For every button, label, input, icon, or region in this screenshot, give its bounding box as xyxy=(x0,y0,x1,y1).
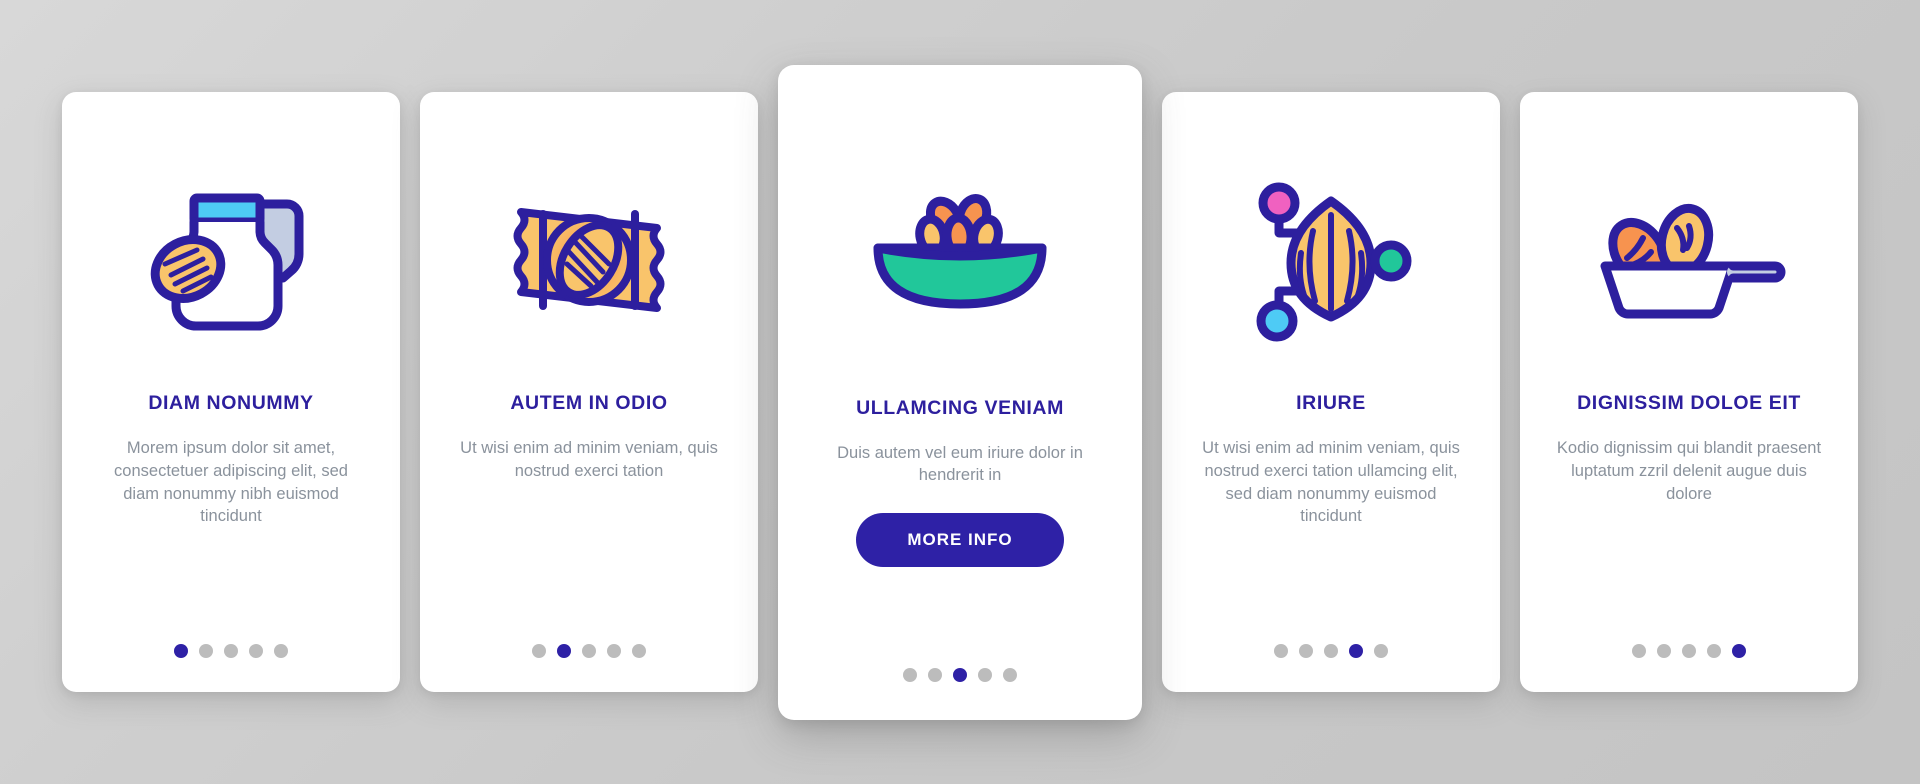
onboarding-card-1[interactable]: DIAM NONUMMY Morem ipsum dolor sit amet,… xyxy=(62,92,400,692)
card-title: ULLAMCING VENIAM xyxy=(856,396,1064,419)
bowl-almonds-icon xyxy=(804,119,1116,391)
almond-nodes-network-icon xyxy=(1188,136,1474,386)
pagination-dot[interactable] xyxy=(249,644,263,658)
more-info-button[interactable]: MORE INFO xyxy=(856,513,1064,568)
pagination-dot-active[interactable] xyxy=(557,644,571,658)
onboarding-screens-row: DIAM NONUMMY Morem ipsum dolor sit amet,… xyxy=(0,0,1920,784)
pagination-dot[interactable] xyxy=(928,667,942,682)
card-body-text: Ut wisi enim ad minim veniam, quis nostr… xyxy=(1202,439,1460,526)
onboarding-card-5[interactable]: DIGNISSIM DOLOE EIT Kodio dignissim qui … xyxy=(1520,92,1858,692)
pagination-dot[interactable] xyxy=(607,644,621,658)
pagination-dot[interactable] xyxy=(582,644,596,658)
card-body-text: Morem ipsum dolor sit amet, consectetuer… xyxy=(114,439,348,526)
card-title: DIGNISSIM DOLOE EIT xyxy=(1577,392,1801,414)
pagination-dot[interactable] xyxy=(1274,644,1288,658)
pagination-dot-active[interactable] xyxy=(1732,644,1746,658)
pagination-dot[interactable] xyxy=(1324,644,1338,658)
pagination-dots[interactable] xyxy=(1162,644,1500,658)
pagination-dots[interactable] xyxy=(62,644,400,658)
pagination-dot[interactable] xyxy=(1003,667,1017,682)
card-body-text: Kodio dignissim qui blandit praesent lup… xyxy=(1556,439,1822,503)
card-body-text: Duis autem vel eum iriure dolor in hendr… xyxy=(837,443,1083,485)
pagination-dot[interactable] xyxy=(1632,644,1646,658)
pagination-dots[interactable] xyxy=(778,667,1142,682)
onboarding-card-3-featured[interactable]: ULLAMCING VENIAM Duis autem vel eum iriu… xyxy=(778,64,1142,720)
card-title: DIAM NONUMMY xyxy=(148,392,314,414)
card-title: AUTEM IN ODIO xyxy=(510,392,668,414)
frying-pan-almonds-icon xyxy=(1546,136,1832,386)
pagination-dot[interactable] xyxy=(1682,644,1696,658)
card-title: IRIURE xyxy=(1296,392,1366,414)
pagination-dot[interactable] xyxy=(1707,644,1721,658)
card-body-text: Ut wisi enim ad minim veniam, quis nostr… xyxy=(460,439,718,480)
pagination-dots[interactable] xyxy=(420,644,758,658)
pagination-dot-active[interactable] xyxy=(953,667,967,682)
pagination-dot[interactable] xyxy=(1374,644,1388,658)
pitcher-almond-icon xyxy=(88,136,374,386)
pagination-dot-active[interactable] xyxy=(1349,644,1363,658)
pagination-dot[interactable] xyxy=(199,644,213,658)
pagination-dot[interactable] xyxy=(978,667,992,682)
pagination-dots[interactable] xyxy=(1520,644,1858,658)
snack-package-almond-icon xyxy=(446,136,732,386)
pagination-dot[interactable] xyxy=(532,644,546,658)
pagination-dot[interactable] xyxy=(274,644,288,658)
pagination-dot[interactable] xyxy=(632,644,646,658)
pagination-dot[interactable] xyxy=(224,644,238,658)
pagination-dot[interactable] xyxy=(1299,644,1313,658)
onboarding-card-2[interactable]: AUTEM IN ODIO Ut wisi enim ad minim veni… xyxy=(420,92,758,692)
pagination-dot[interactable] xyxy=(1657,644,1671,658)
pagination-dot[interactable] xyxy=(903,667,917,682)
pagination-dot-active[interactable] xyxy=(174,644,188,658)
onboarding-card-4[interactable]: IRIURE Ut wisi enim ad minim veniam, qui… xyxy=(1162,92,1500,692)
